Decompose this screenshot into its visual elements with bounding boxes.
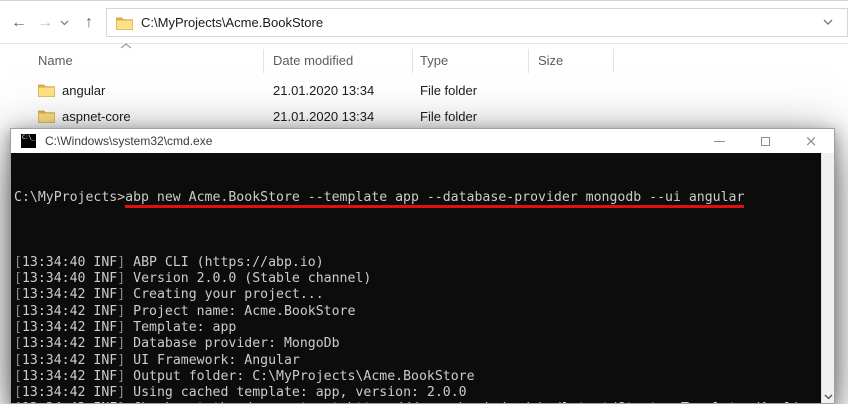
console-line: [13:34:42 INF] UI Framework: Angular xyxy=(14,353,820,369)
file-date-modified: 21.01.2020 13:34 xyxy=(273,83,374,98)
screen: ← → ↑ C:\MyProjects\Acme.BookStore xyxy=(0,0,848,404)
forward-button[interactable]: → xyxy=(32,1,58,45)
maximize-icon xyxy=(761,137,770,146)
console-line: [13:34:43 INF] Check out the documents a… xyxy=(14,401,820,403)
file-date-modified: 21.01.2020 13:34 xyxy=(273,109,374,124)
cmd-title-bar[interactable]: C:\_ C:\Windows\system32\cmd.exe × xyxy=(11,129,834,153)
console-output[interactable]: C:\MyProjects>abp new Acme.BookStore --t… xyxy=(11,153,834,403)
console-command-line: C:\MyProjects>abp new Acme.BookStore --t… xyxy=(14,190,820,206)
address-path[interactable]: C:\MyProjects\Acme.BookStore xyxy=(141,15,323,30)
console-line: [13:34:40 INF] ABP CLI (https://abp.io) xyxy=(14,255,820,271)
column-header-type[interactable]: Type xyxy=(420,53,448,68)
file-row-angular[interactable]: angular 21.01.2020 13:34 File folder xyxy=(0,78,848,104)
column-separator[interactable] xyxy=(528,49,529,73)
minimize-button[interactable] xyxy=(696,129,742,153)
up-arrow-icon: ↑ xyxy=(85,14,93,32)
address-bar[interactable]: C:\MyProjects\Acme.BookStore xyxy=(106,8,848,37)
file-type: File folder xyxy=(420,109,477,124)
folder-icon xyxy=(38,83,55,97)
console-line: [13:34:42 INF] Template: app xyxy=(14,320,820,336)
window-controls: × xyxy=(696,129,834,153)
cmd-app-icon: C:\_ xyxy=(21,134,36,148)
folder-icon xyxy=(38,109,55,123)
file-row-aspnet-core[interactable]: aspnet-core 21.01.2020 13:34 File folder xyxy=(0,104,848,130)
console-line: [13:34:42 INF] Project name: Acme.BookSt… xyxy=(14,304,820,320)
column-header-date-modified[interactable]: Date modified xyxy=(273,53,353,68)
column-separator[interactable] xyxy=(613,49,614,73)
console-line: [13:34:40 INF] Version 2.0.0 (Stable cha… xyxy=(14,271,820,287)
file-name[interactable]: aspnet-core xyxy=(62,109,131,124)
file-type: File folder xyxy=(420,83,477,98)
cmd-window: C:\_ C:\Windows\system32\cmd.exe × C:\My… xyxy=(10,128,835,404)
close-button[interactable]: × xyxy=(788,129,834,153)
column-separator[interactable] xyxy=(412,49,413,73)
back-button[interactable]: ← xyxy=(6,1,32,45)
console-scrollbar[interactable] xyxy=(821,153,834,403)
column-header-size[interactable]: Size xyxy=(538,53,563,68)
console-line: [13:34:42 INF] Output folder: C:\MyProje… xyxy=(14,369,820,385)
scroll-down-chevron-icon[interactable] xyxy=(824,394,833,400)
column-separator[interactable] xyxy=(263,49,264,73)
cmd-window-title: C:\Windows\system32\cmd.exe xyxy=(45,134,212,148)
file-list-header: Name Date modified Type Size xyxy=(0,46,848,76)
address-dropdown-chevron-icon[interactable] xyxy=(823,19,833,26)
recent-locations-button[interactable] xyxy=(56,1,72,45)
file-name[interactable]: angular xyxy=(62,83,105,98)
folder-icon xyxy=(116,16,133,30)
forward-arrow-icon: → xyxy=(37,14,53,32)
column-header-name[interactable]: Name xyxy=(38,53,73,68)
close-icon: × xyxy=(805,134,818,149)
console-line: [13:34:42 INF] Using cached template: ap… xyxy=(14,385,820,401)
chevron-down-icon xyxy=(60,20,69,26)
sort-ascending-chevron-icon xyxy=(120,43,132,49)
console-line: [13:34:42 INF] Creating your project... xyxy=(14,287,820,303)
back-arrow-icon: ← xyxy=(11,14,27,32)
maximize-button[interactable] xyxy=(742,129,788,153)
console-line: [13:34:42 INF] Database provider: MongoD… xyxy=(14,336,820,352)
minimize-icon xyxy=(714,141,725,142)
explorer-toolbar: ← → ↑ C:\MyProjects\Acme.BookStore xyxy=(0,0,848,44)
console-lines: C:\MyProjects>abp new Acme.BookStore --t… xyxy=(14,157,820,403)
console-command-underlined: abp new Acme.BookStore --template app --… xyxy=(125,190,744,205)
console-prompt: C:\MyProjects> xyxy=(14,190,125,205)
up-button[interactable]: ↑ xyxy=(76,1,102,45)
